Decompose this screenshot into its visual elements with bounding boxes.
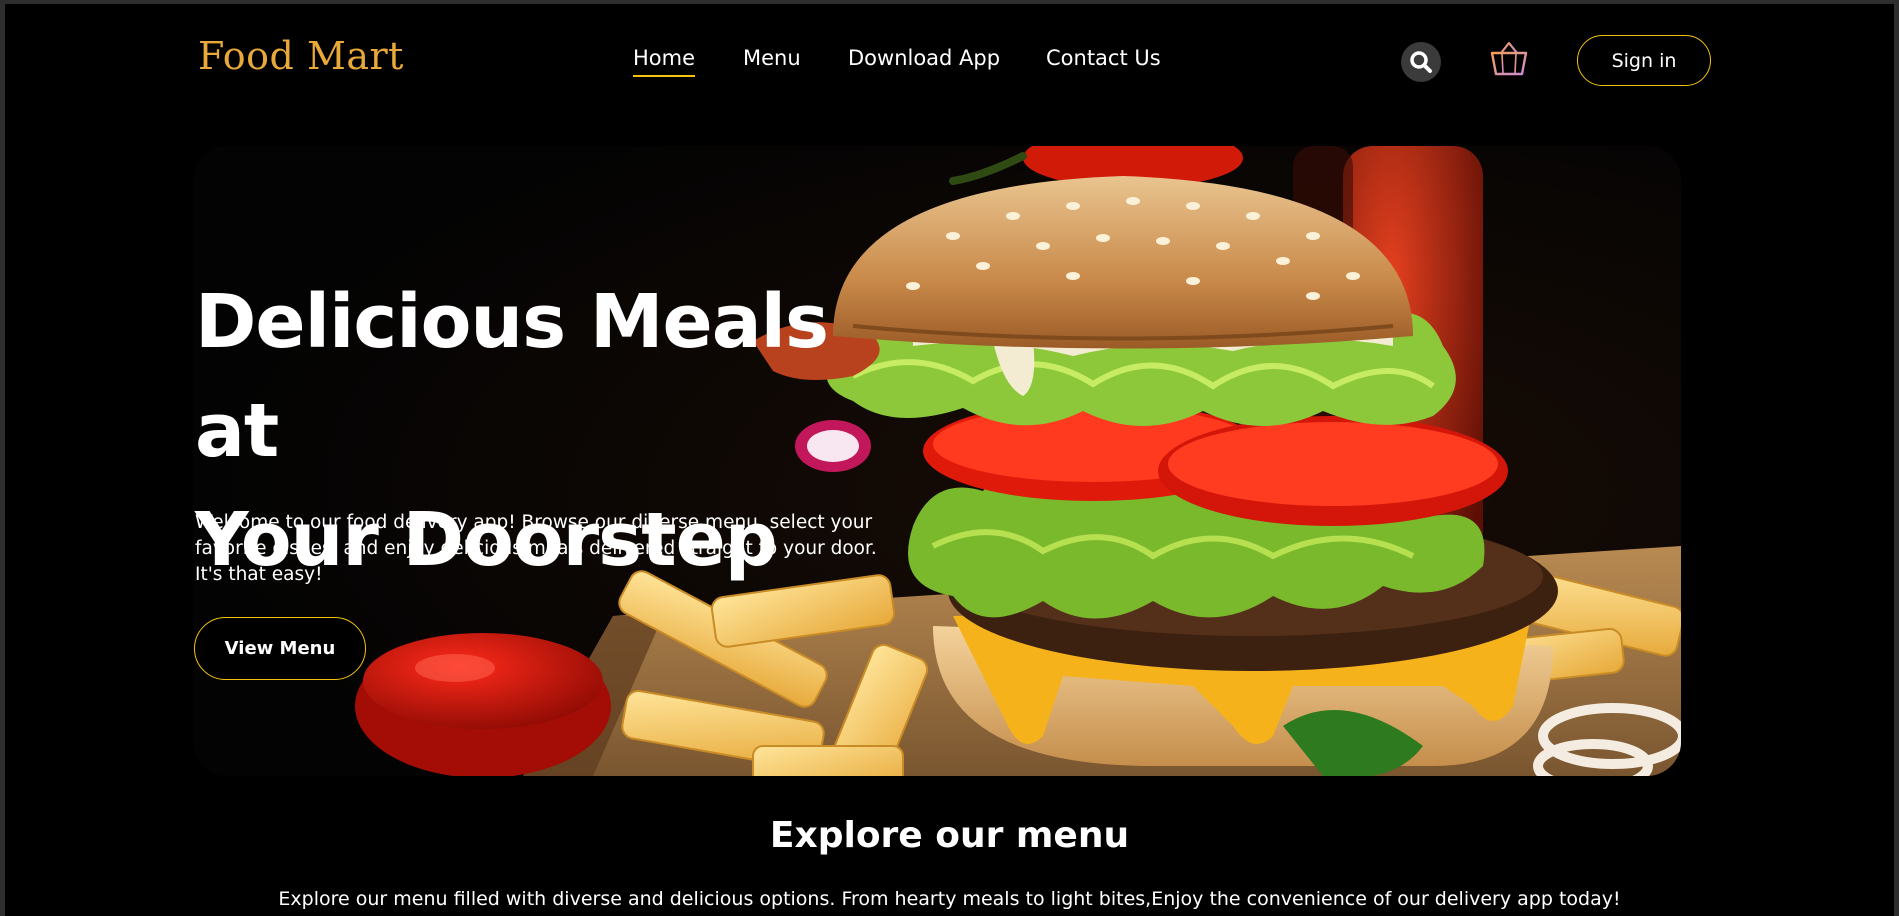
basket-icon[interactable] [1489,40,1529,78]
sign-in-button[interactable]: Sign in [1577,35,1711,86]
search-icon [1410,51,1432,73]
hero-title-line-1: Delicious Meals at [195,279,829,474]
nav-contact-us[interactable]: Contact Us [1046,46,1161,70]
logo[interactable]: Food Mart [198,34,404,78]
explore-menu-title: Explore our menu [769,815,1130,856]
explore-menu-description: Explore our menu filled with diverse and… [278,888,1621,910]
nav-menu[interactable]: Menu [743,46,801,70]
nav-download-app[interactable]: Download App [848,46,1000,70]
search-button[interactable] [1401,42,1441,82]
view-menu-button[interactable]: View Menu [194,617,366,680]
nav-home[interactable]: Home [633,46,696,77]
hero-description: Welcome to our food delivery app! Browse… [195,512,877,585]
